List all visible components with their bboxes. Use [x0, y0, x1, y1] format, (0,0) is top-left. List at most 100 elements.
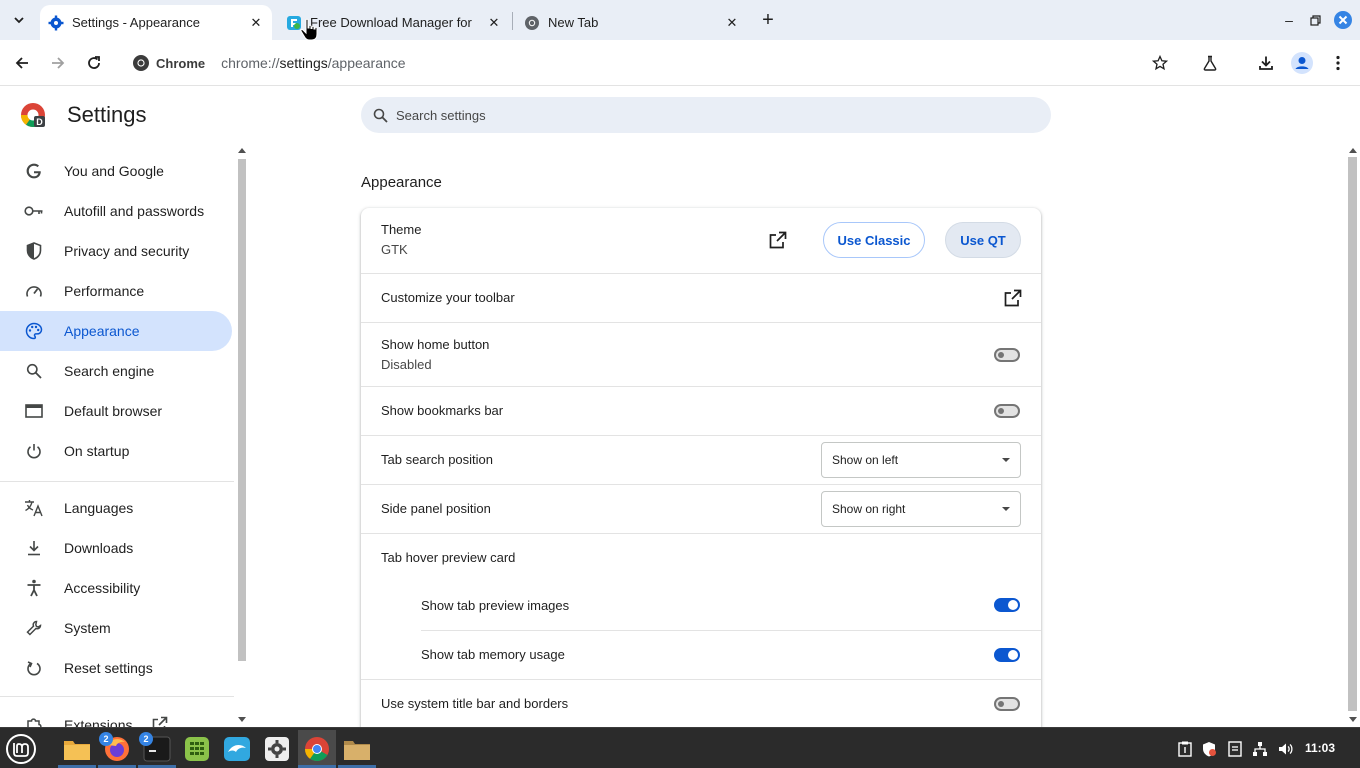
home-button-label: Show home button: [381, 337, 490, 352]
bookmarks-bar-label: Show bookmarks bar: [381, 403, 504, 418]
minimize-button[interactable]: –: [1279, 10, 1299, 30]
files-app[interactable]: [58, 730, 96, 768]
customize-toolbar-row[interactable]: Customize your toolbar: [361, 273, 1041, 322]
sidebar-item-downloads[interactable]: Downloads: [0, 528, 232, 568]
use-classic-button[interactable]: Use Classic: [823, 222, 925, 258]
reload-button[interactable]: [80, 49, 108, 77]
gear-icon: [48, 15, 64, 31]
scroll-up-arrow-icon[interactable]: [238, 147, 246, 153]
section-title: Appearance: [361, 174, 442, 191]
firefox-app[interactable]: 2: [98, 730, 136, 768]
chrome-icon: [304, 737, 329, 762]
sidebar-item-label: You and Google: [64, 163, 164, 179]
sidebar-item-reset[interactable]: Reset settings: [0, 648, 232, 688]
sidebar-item-privacy[interactable]: Privacy and security: [0, 231, 232, 271]
search-icon: [373, 108, 388, 123]
sidebar-item-label: Downloads: [64, 540, 134, 556]
forward-button[interactable]: [44, 49, 72, 77]
tab-separator: [512, 12, 513, 30]
open-in-new-icon[interactable]: [1003, 288, 1023, 308]
network-tray-icon[interactable]: [1251, 740, 1269, 758]
menu-button[interactable]: [1324, 49, 1352, 77]
arrow-right-icon: [52, 57, 65, 69]
scroll-down-arrow-icon[interactable]: [1349, 717, 1357, 723]
new-tab-button[interactable]: +: [756, 8, 780, 32]
scrollbar-thumb[interactable]: [1348, 157, 1357, 711]
home-button-row: Show home button Disabled: [361, 322, 1041, 386]
notification-badge: 2: [99, 732, 113, 746]
address-bar[interactable]: Chrome chrome://settings/appearance: [120, 46, 1190, 80]
sidebar-item-languages[interactable]: Languages: [0, 488, 232, 528]
sidebar-item-autofill[interactable]: Autofill and passwords: [0, 191, 232, 231]
sidebar-item-system[interactable]: System: [0, 608, 232, 648]
chrome-app[interactable]: [298, 730, 336, 768]
back-button[interactable]: [8, 49, 36, 77]
side-panel-position-select[interactable]: Show on right: [821, 491, 1021, 527]
dropdown-arrow-icon: [1002, 458, 1010, 462]
bookmarks-bar-toggle[interactable]: [994, 404, 1020, 418]
bookmark-star-button[interactable]: [1146, 49, 1174, 77]
chrome-dev-logo: D: [20, 103, 45, 128]
tab-search-button[interactable]: [6, 7, 32, 33]
plus-icon: +: [762, 8, 774, 31]
sidebar-scrollbar[interactable]: [236, 145, 248, 727]
close-window-button[interactable]: [1333, 10, 1353, 30]
scrollbar-thumb[interactable]: [238, 159, 246, 661]
downloads-button[interactable]: [1252, 49, 1280, 77]
memory-usage-label: Show tab memory usage: [421, 647, 565, 662]
open-in-new-icon[interactable]: [768, 230, 788, 250]
labs-button[interactable]: [1196, 49, 1224, 77]
sidebar-item-default-browser[interactable]: Default browser: [0, 391, 232, 431]
calculator-app[interactable]: [178, 730, 216, 768]
sidebar-item-you-and-google[interactable]: You and Google: [0, 151, 232, 191]
sidebar-item-accessibility[interactable]: Accessibility: [0, 568, 232, 608]
home-button-toggle[interactable]: [994, 348, 1020, 362]
tab-settings-appearance[interactable]: Settings - Appearance ✕: [40, 5, 272, 40]
scroll-up-arrow-icon[interactable]: [1349, 147, 1357, 153]
shield-update-tray-icon[interactable]: [1200, 740, 1218, 758]
clipboard-tray-icon[interactable]: [1176, 740, 1194, 758]
start-menu-button[interactable]: [2, 730, 40, 768]
site-info-chip[interactable]: Chrome: [128, 51, 213, 75]
theme-value: GTK: [381, 242, 408, 257]
system-title-bar-toggle[interactable]: [994, 697, 1020, 711]
close-icon[interactable]: ✕: [486, 15, 502, 31]
star-icon: [1152, 55, 1168, 71]
archive-app[interactable]: [338, 730, 376, 768]
tab-search-position-label: Tab search position: [381, 452, 494, 467]
preview-images-toggle[interactable]: [994, 598, 1020, 612]
volume-tray-icon[interactable]: [1277, 740, 1295, 758]
avatar-icon: [1291, 52, 1313, 74]
sidebar-item-extensions[interactable]: Extensions: [0, 705, 232, 727]
sidebar-item-label: On startup: [64, 443, 130, 459]
main-scrollbar[interactable]: [1346, 145, 1360, 727]
close-icon[interactable]: ✕: [724, 15, 740, 31]
system-settings-app[interactable]: [258, 730, 296, 768]
sidebar-item-label: System: [64, 620, 111, 636]
palette-icon: [24, 321, 44, 341]
side-panel-position-row: Side panel position Show on right: [361, 484, 1041, 533]
dolphin-app[interactable]: [218, 730, 256, 768]
sidebar-item-on-startup[interactable]: On startup: [0, 431, 232, 471]
search-settings-input[interactable]: Search settings: [361, 97, 1051, 133]
notes-tray-icon[interactable]: [1226, 740, 1244, 758]
sidebar-item-search-engine[interactable]: Search engine: [0, 351, 232, 391]
sidebar-item-appearance[interactable]: Appearance: [0, 311, 232, 351]
maximize-button[interactable]: [1305, 10, 1325, 30]
profile-button[interactable]: [1288, 49, 1316, 77]
memory-usage-toggle[interactable]: [994, 648, 1020, 662]
folder-icon: [64, 741, 90, 760]
scroll-down-arrow-icon[interactable]: [238, 717, 246, 723]
close-icon[interactable]: ✕: [248, 15, 264, 31]
clock[interactable]: 11:03: [1305, 741, 1335, 755]
tab-search-position-select[interactable]: Show on left: [821, 442, 1021, 478]
tab-new-tab[interactable]: New Tab ✕: [516, 5, 748, 40]
chrome-icon: [524, 15, 540, 31]
use-qt-button[interactable]: Use QT: [945, 222, 1021, 258]
minimize-icon: –: [1285, 12, 1293, 28]
preview-images-row: Show tab preview images: [361, 582, 1041, 630]
dropdown-arrow-icon: [1002, 507, 1010, 511]
browser-window-icon: [24, 401, 44, 421]
sidebar-item-performance[interactable]: Performance: [0, 271, 232, 311]
terminal-app[interactable]: 2: [138, 730, 176, 768]
